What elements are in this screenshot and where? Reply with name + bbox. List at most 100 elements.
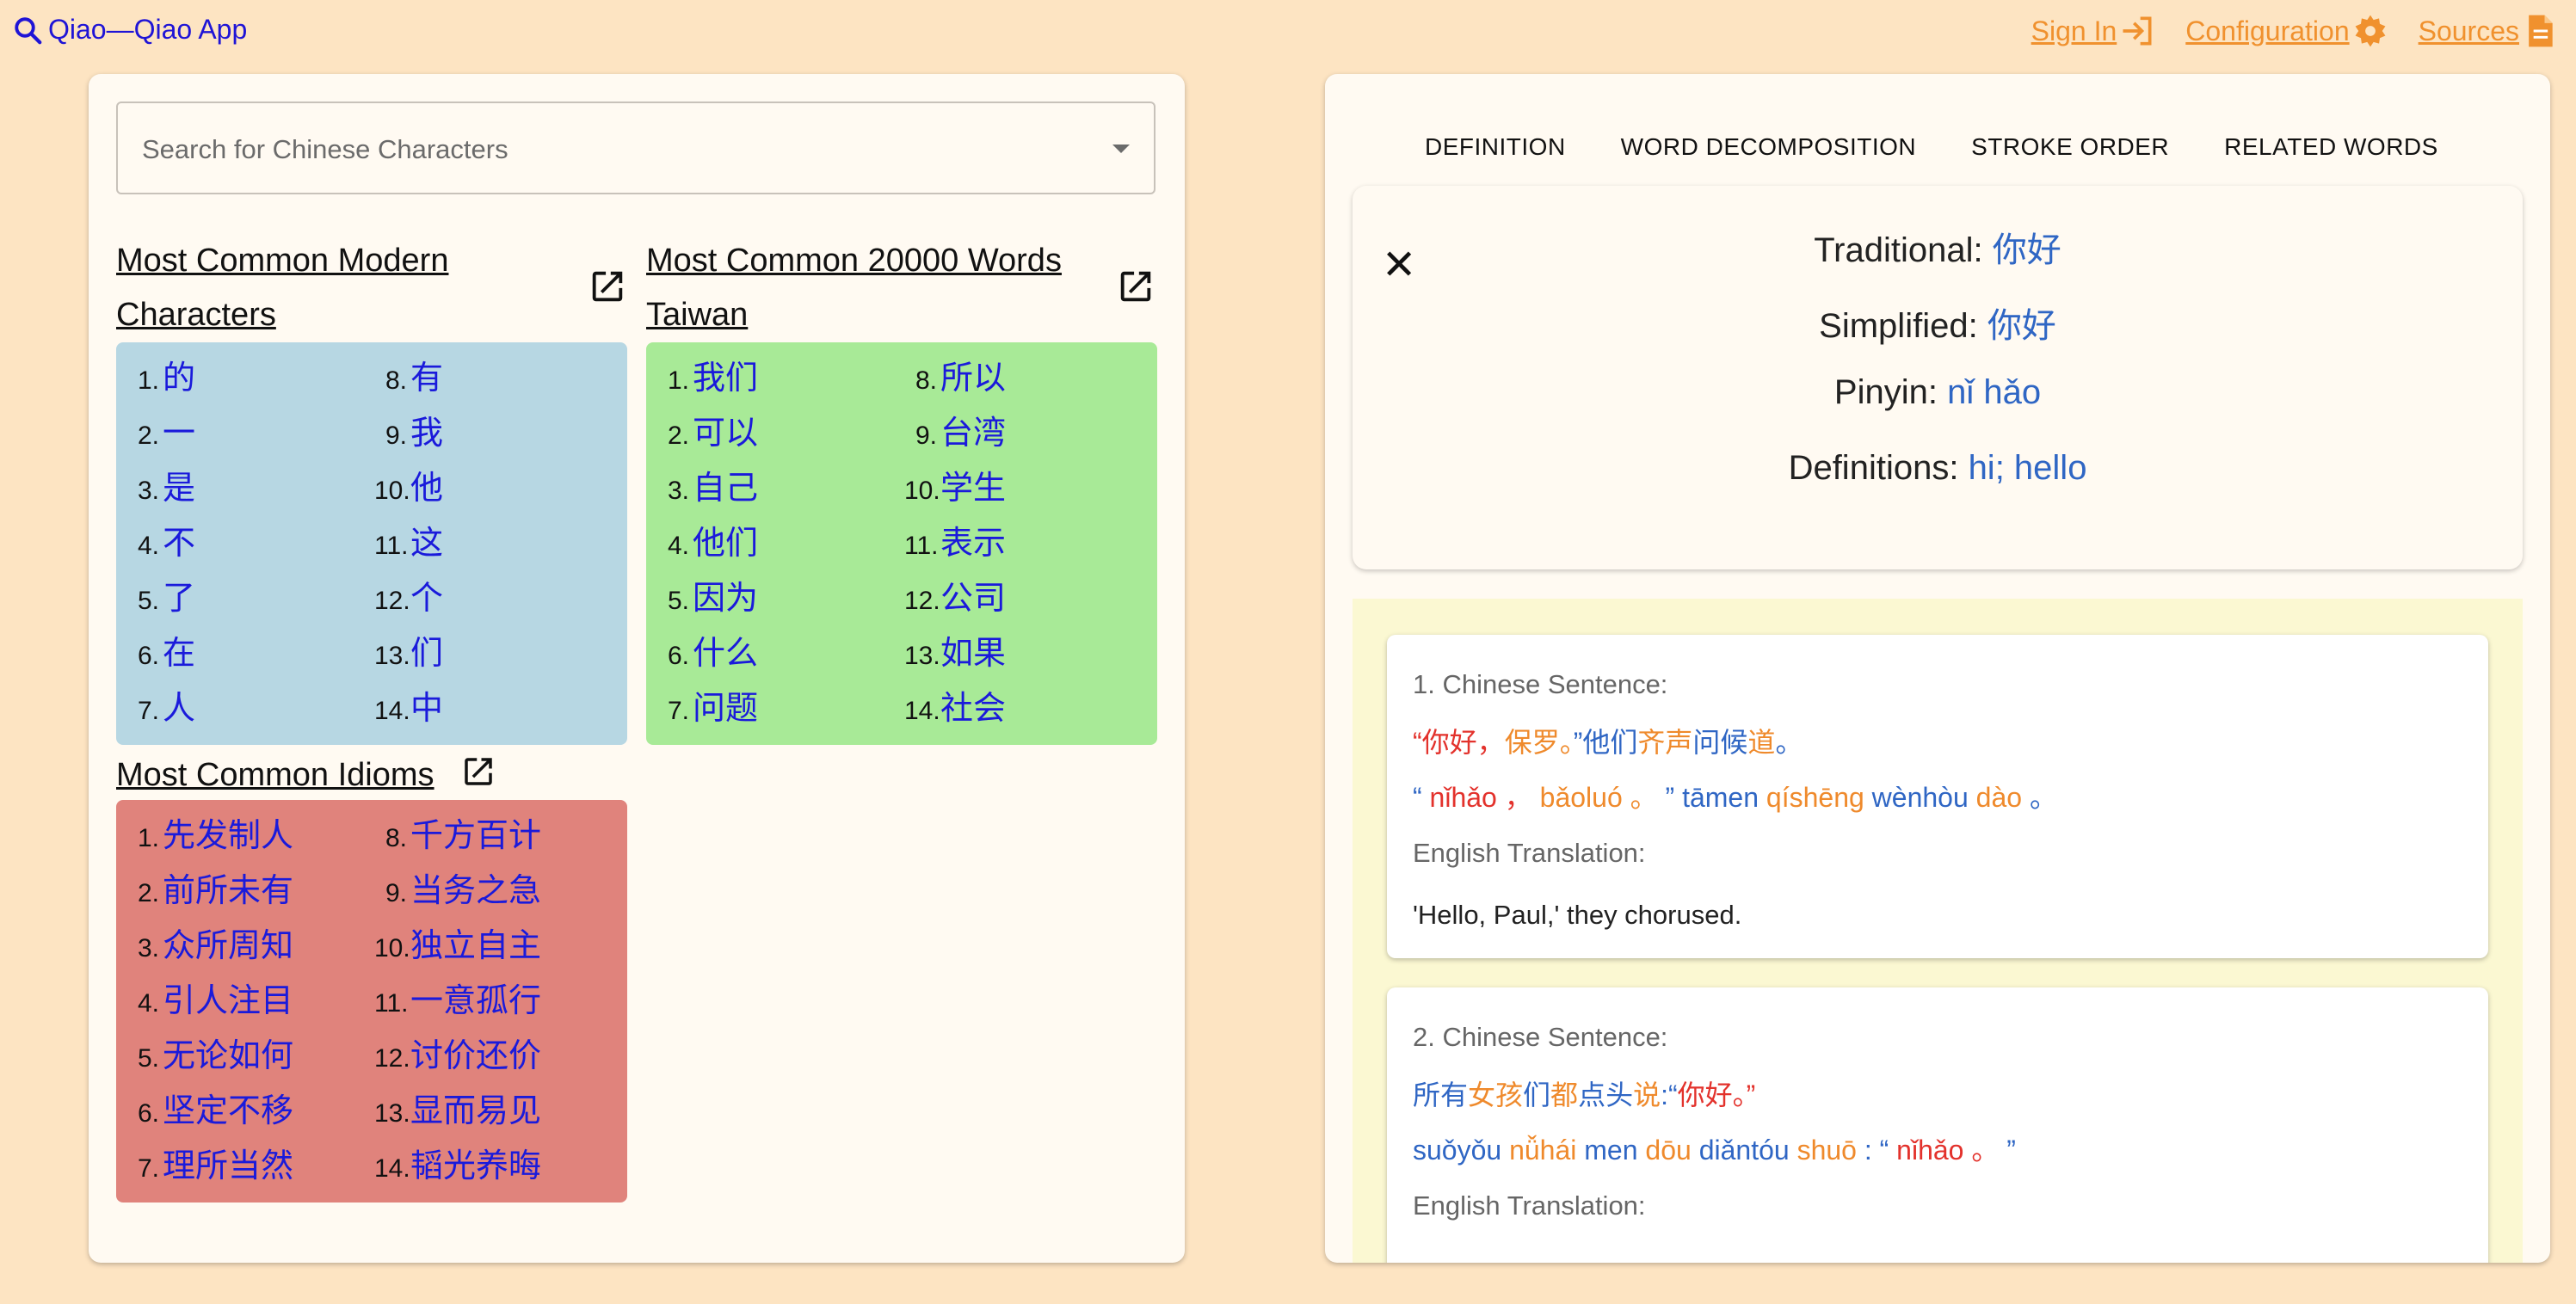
- list-item-word[interactable]: 我们: [693, 351, 758, 398]
- list-item[interactable]: 6. 在: [126, 626, 195, 681]
- list-item[interactable]: 13. 们: [374, 626, 443, 681]
- list-item-word[interactable]: 有: [410, 351, 443, 398]
- list-item[interactable]: 1. 我们: [656, 351, 758, 406]
- list-item[interactable]: 9. 当务之急: [374, 864, 541, 919]
- configuration-link[interactable]: Configuration: [2185, 12, 2388, 50]
- list-item-word[interactable]: 前所未有: [163, 864, 293, 911]
- list-item-word[interactable]: 们: [410, 626, 443, 674]
- list-item-word[interactable]: 我: [410, 406, 443, 453]
- list-item[interactable]: 4. 他们: [656, 516, 758, 571]
- list-item-word[interactable]: 坚定不移: [163, 1084, 293, 1131]
- list-item[interactable]: 10. 独立自主: [374, 919, 541, 974]
- list-item-word[interactable]: 个: [410, 571, 443, 618]
- list-item[interactable]: 7. 人: [126, 681, 195, 736]
- list-item-word[interactable]: 问题: [693, 681, 758, 729]
- list-item[interactable]: 12. 公司: [904, 571, 1006, 626]
- search-input[interactable]: Search for Chinese Characters: [116, 101, 1156, 194]
- list-item[interactable]: 7. 理所当然: [126, 1139, 293, 1194]
- list-item[interactable]: 10. 他: [374, 461, 443, 516]
- list-item[interactable]: 8. 所以: [904, 351, 1006, 406]
- list-item[interactable]: 3. 自己: [656, 461, 758, 516]
- list-item-word[interactable]: 千方百计: [410, 809, 541, 856]
- dropdown-caret-icon[interactable]: [1112, 145, 1130, 153]
- common-words-link[interactable]: Most Common 20000 Words Taiwan: [646, 234, 1062, 342]
- common-idioms-link[interactable]: Most Common Idioms: [116, 748, 434, 803]
- list-item-word[interactable]: 一意孤行: [410, 974, 541, 1021]
- list-item[interactable]: 5. 了: [126, 571, 195, 626]
- sign-in-link[interactable]: Sign In: [2031, 12, 2157, 50]
- list-item-word[interactable]: 引人注目: [163, 974, 293, 1021]
- list-item-number: 12.: [904, 587, 940, 615]
- list-item-word[interactable]: 一: [163, 406, 195, 453]
- list-item[interactable]: 3. 是: [126, 461, 195, 516]
- list-item-word[interactable]: 了: [163, 571, 195, 618]
- list-item-word[interactable]: 人: [163, 681, 195, 729]
- list-item[interactable]: 9. 台湾: [904, 406, 1006, 461]
- list-item-word[interactable]: 中: [410, 681, 443, 729]
- list-item[interactable]: 10. 学生: [904, 461, 1006, 516]
- list-item-word[interactable]: 学生: [940, 461, 1006, 508]
- list-item-word[interactable]: 不: [163, 516, 195, 563]
- list-item-word[interactable]: 先发制人: [163, 809, 293, 856]
- list-item[interactable]: 2. 前所未有: [126, 864, 293, 919]
- list-item-word[interactable]: 显而易见: [410, 1084, 541, 1131]
- list-item-word[interactable]: 无论如何: [163, 1029, 293, 1076]
- list-item[interactable]: 14. 中: [374, 681, 443, 736]
- list-item[interactable]: 14. 韬光养晦: [374, 1139, 541, 1194]
- list-item-word[interactable]: 众所周知: [163, 919, 293, 966]
- list-item[interactable]: 12. 讨价还价: [374, 1029, 541, 1084]
- list-item[interactable]: 14. 社会: [904, 681, 1006, 736]
- list-item[interactable]: 4. 引人注目: [126, 974, 293, 1029]
- list-item[interactable]: 11. 表示: [904, 516, 1006, 571]
- list-item[interactable]: 7. 问题: [656, 681, 758, 736]
- sources-link[interactable]: Sources: [2419, 12, 2559, 50]
- list-item-word[interactable]: 他: [410, 461, 443, 508]
- list-item-word[interactable]: 在: [163, 626, 195, 674]
- list-item[interactable]: 8. 千方百计: [374, 809, 541, 864]
- list-item-word[interactable]: 是: [163, 461, 195, 508]
- pinyin-segment: ”: [1999, 1135, 2016, 1166]
- example-pinyin: “ nǐhǎo ， bǎoluó 。 ” tāmen qíshēng wènhò…: [1413, 776, 2057, 815]
- list-item-word[interactable]: 社会: [940, 681, 1006, 729]
- list-item-word[interactable]: 表示: [940, 516, 1006, 563]
- list-item[interactable]: 12. 个: [374, 571, 443, 626]
- list-item[interactable]: 11. 这: [374, 516, 443, 571]
- open-in-new-icon[interactable]: [1116, 267, 1156, 306]
- list-item-word[interactable]: 如果: [940, 626, 1006, 674]
- list-item-word[interactable]: 台湾: [940, 406, 1006, 453]
- list-item[interactable]: 13. 显而易见: [374, 1084, 541, 1139]
- list-item[interactable]: 5. 因为: [656, 571, 758, 626]
- list-item[interactable]: 5. 无论如何: [126, 1029, 293, 1084]
- list-item-word[interactable]: 的: [163, 351, 195, 398]
- list-item-word[interactable]: 这: [410, 516, 443, 563]
- list-item[interactable]: 1. 先发制人: [126, 809, 293, 864]
- open-in-new-icon[interactable]: [588, 267, 627, 306]
- list-item[interactable]: 4. 不: [126, 516, 195, 571]
- list-item[interactable]: 13. 如果: [904, 626, 1006, 681]
- list-item[interactable]: 1. 的: [126, 351, 195, 406]
- list-item[interactable]: 9. 我: [374, 406, 443, 461]
- list-item-word[interactable]: 公司: [940, 571, 1006, 618]
- list-item[interactable]: 6. 坚定不移: [126, 1084, 293, 1139]
- list-item-word[interactable]: 当务之急: [410, 864, 541, 911]
- list-item-word[interactable]: 自己: [693, 461, 758, 508]
- list-item-word[interactable]: 所以: [940, 351, 1006, 398]
- modern-characters-link[interactable]: Most Common Modern Characters: [116, 234, 448, 342]
- list-item-word[interactable]: 讨价还价: [410, 1029, 541, 1076]
- list-item-word[interactable]: 独立自主: [410, 919, 541, 966]
- list-item[interactable]: 2. 可以: [656, 406, 758, 461]
- list-item-word[interactable]: 可以: [693, 406, 758, 453]
- list-item[interactable]: 3. 众所周知: [126, 919, 293, 974]
- list-item-word[interactable]: 因为: [693, 571, 758, 618]
- list-item-word[interactable]: 韬光养晦: [410, 1139, 541, 1186]
- list-item-word[interactable]: 什么: [693, 626, 758, 674]
- open-in-new-icon[interactable]: [460, 753, 496, 790]
- list-item[interactable]: 11. 一意孤行: [374, 974, 541, 1029]
- app-home-link[interactable]: Qiao—Qiao App: [12, 14, 247, 46]
- list-item[interactable]: 6. 什么: [656, 626, 758, 681]
- list-item[interactable]: 2. 一: [126, 406, 195, 461]
- list-item-word[interactable]: 他们: [693, 516, 758, 563]
- list-item-word[interactable]: 理所当然: [163, 1139, 293, 1186]
- list-item[interactable]: 8. 有: [374, 351, 443, 406]
- definitions-value: hi; hello: [1968, 449, 2087, 487]
